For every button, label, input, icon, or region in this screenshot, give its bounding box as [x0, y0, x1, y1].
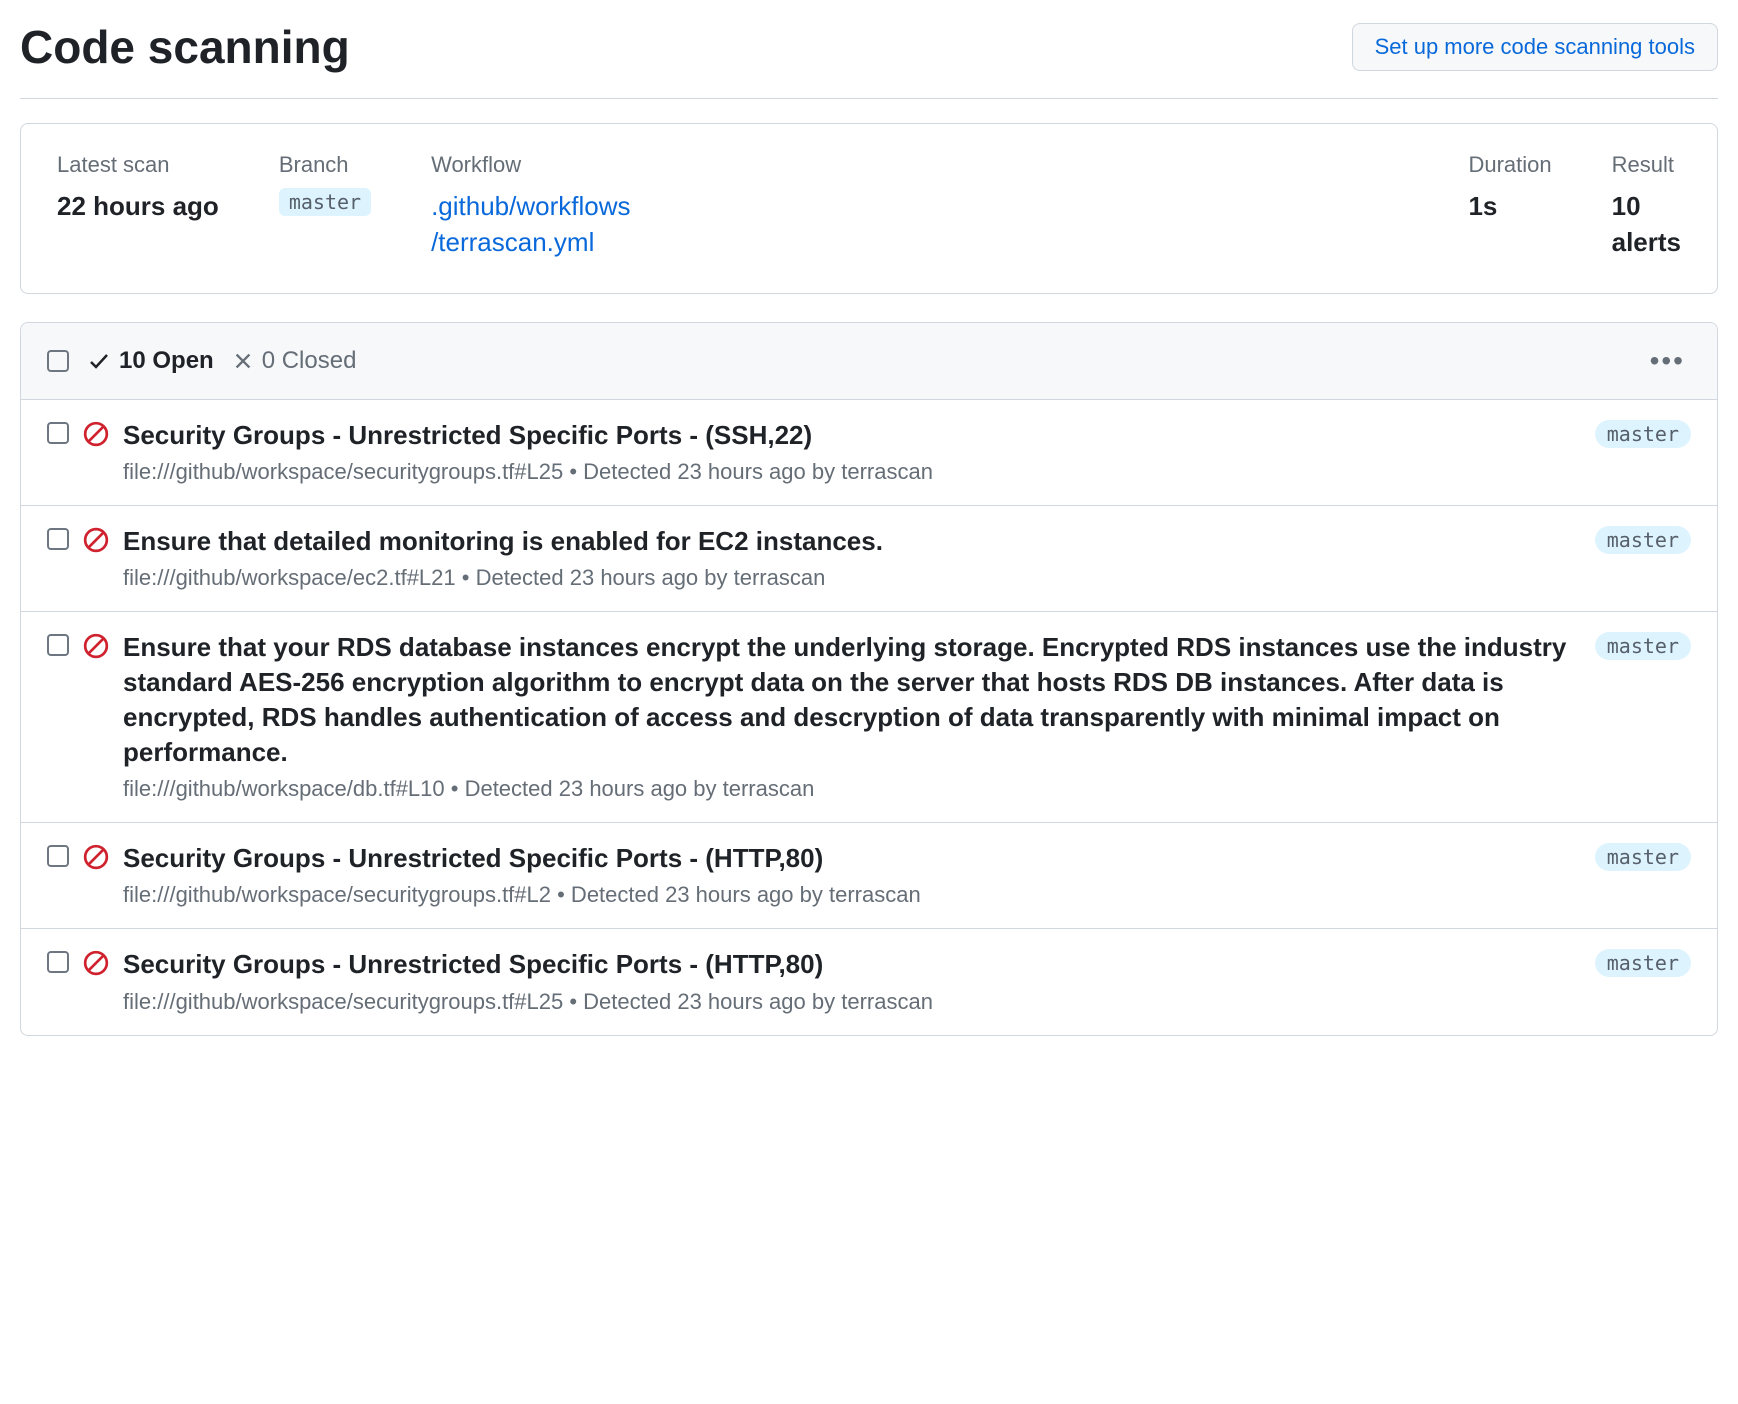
- setup-tools-button[interactable]: Set up more code scanning tools: [1352, 23, 1718, 71]
- branch-tag[interactable]: master: [1595, 526, 1691, 554]
- alert-checkbox[interactable]: [47, 422, 69, 444]
- alert-body: Security Groups - Unrestricted Specific …: [123, 841, 1569, 908]
- alert-title[interactable]: Ensure that your RDS database instances …: [123, 630, 1569, 770]
- alerts-list: Security Groups - Unrestricted Specific …: [21, 400, 1717, 1035]
- summary-workflow: Workflow .github/workflows /terrascan.ym…: [431, 152, 630, 261]
- alert-meta: file:///github/workspace/securitygroups.…: [123, 459, 1569, 485]
- check-icon: [87, 349, 111, 373]
- page-header: Code scanning Set up more code scanning …: [20, 20, 1718, 99]
- alerts-header: 10 Open 0 Closed •••: [21, 323, 1717, 400]
- summary-label: Duration: [1468, 152, 1551, 178]
- alert-meta: file:///github/workspace/securitygroups.…: [123, 882, 1569, 908]
- prohibit-icon: [83, 421, 109, 447]
- x-icon: [232, 350, 254, 372]
- summary-value: 1s: [1468, 188, 1551, 224]
- alert-title[interactable]: Ensure that detailed monitoring is enabl…: [123, 524, 1569, 559]
- prohibit-icon: [83, 633, 109, 659]
- summary-value: 10 alerts: [1612, 188, 1681, 261]
- select-all-checkbox[interactable]: [47, 350, 69, 372]
- alert-meta: file:///github/workspace/ec2.tf#L21 • De…: [123, 565, 1569, 591]
- tab-closed-label: 0 Closed: [262, 347, 357, 375]
- alert-checkbox[interactable]: [47, 528, 69, 550]
- alert-meta: file:///github/workspace/db.tf#L10 • Det…: [123, 776, 1569, 802]
- workflow-path-line: .github/workflows: [431, 191, 630, 221]
- alert-title[interactable]: Security Groups - Unrestricted Specific …: [123, 841, 1569, 876]
- alert-row: Ensure that detailed monitoring is enabl…: [21, 506, 1717, 612]
- alert-title[interactable]: Security Groups - Unrestricted Specific …: [123, 947, 1569, 982]
- branch-tag[interactable]: master: [1595, 843, 1691, 871]
- alert-body: Ensure that detailed monitoring is enabl…: [123, 524, 1569, 591]
- alert-meta: file:///github/workspace/securitygroups.…: [123, 989, 1569, 1015]
- tab-closed[interactable]: 0 Closed: [232, 347, 357, 375]
- prohibit-icon: [83, 950, 109, 976]
- prohibit-icon: [83, 844, 109, 870]
- alert-checkbox[interactable]: [47, 845, 69, 867]
- prohibit-icon: [83, 527, 109, 553]
- alert-body: Security Groups - Unrestricted Specific …: [123, 418, 1569, 485]
- alert-row: Ensure that your RDS database instances …: [21, 612, 1717, 823]
- summary-branch: Branch master: [279, 152, 371, 261]
- alert-body: Ensure that your RDS database instances …: [123, 630, 1569, 802]
- branch-chip[interactable]: master: [279, 188, 371, 216]
- latest-scan-summary: Latest scan 22 hours ago Branch master W…: [20, 123, 1718, 294]
- alerts-panel: 10 Open 0 Closed ••• Security Groups - U…: [20, 322, 1718, 1036]
- branch-tag[interactable]: master: [1595, 632, 1691, 660]
- summary-label: Workflow: [431, 152, 630, 178]
- more-actions-button[interactable]: •••: [1644, 345, 1691, 377]
- summary-duration: Duration 1s: [1468, 152, 1551, 261]
- alert-row: Security Groups - Unrestricted Specific …: [21, 929, 1717, 1034]
- result-unit: alerts: [1612, 227, 1681, 257]
- tab-open[interactable]: 10 Open: [87, 347, 214, 375]
- summary-value: 22 hours ago: [57, 188, 219, 224]
- branch-tag[interactable]: master: [1595, 949, 1691, 977]
- alert-checkbox[interactable]: [47, 634, 69, 656]
- alert-checkbox[interactable]: [47, 951, 69, 973]
- tab-open-label: 10 Open: [119, 347, 214, 375]
- summary-label: Latest scan: [57, 152, 219, 178]
- alert-title[interactable]: Security Groups - Unrestricted Specific …: [123, 418, 1569, 453]
- page-title: Code scanning: [20, 20, 350, 74]
- summary-latest-scan: Latest scan 22 hours ago: [57, 152, 219, 261]
- summary-label: Branch: [279, 152, 371, 178]
- alert-row: Security Groups - Unrestricted Specific …: [21, 823, 1717, 929]
- result-count: 10: [1612, 191, 1641, 221]
- branch-tag[interactable]: master: [1595, 420, 1691, 448]
- alert-body: Security Groups - Unrestricted Specific …: [123, 947, 1569, 1014]
- workflow-link[interactable]: .github/workflows /terrascan.yml: [431, 188, 630, 261]
- workflow-path-line: /terrascan.yml: [431, 227, 594, 257]
- summary-label: Result: [1612, 152, 1681, 178]
- summary-result: Result 10 alerts: [1612, 152, 1681, 261]
- alert-row: Security Groups - Unrestricted Specific …: [21, 400, 1717, 506]
